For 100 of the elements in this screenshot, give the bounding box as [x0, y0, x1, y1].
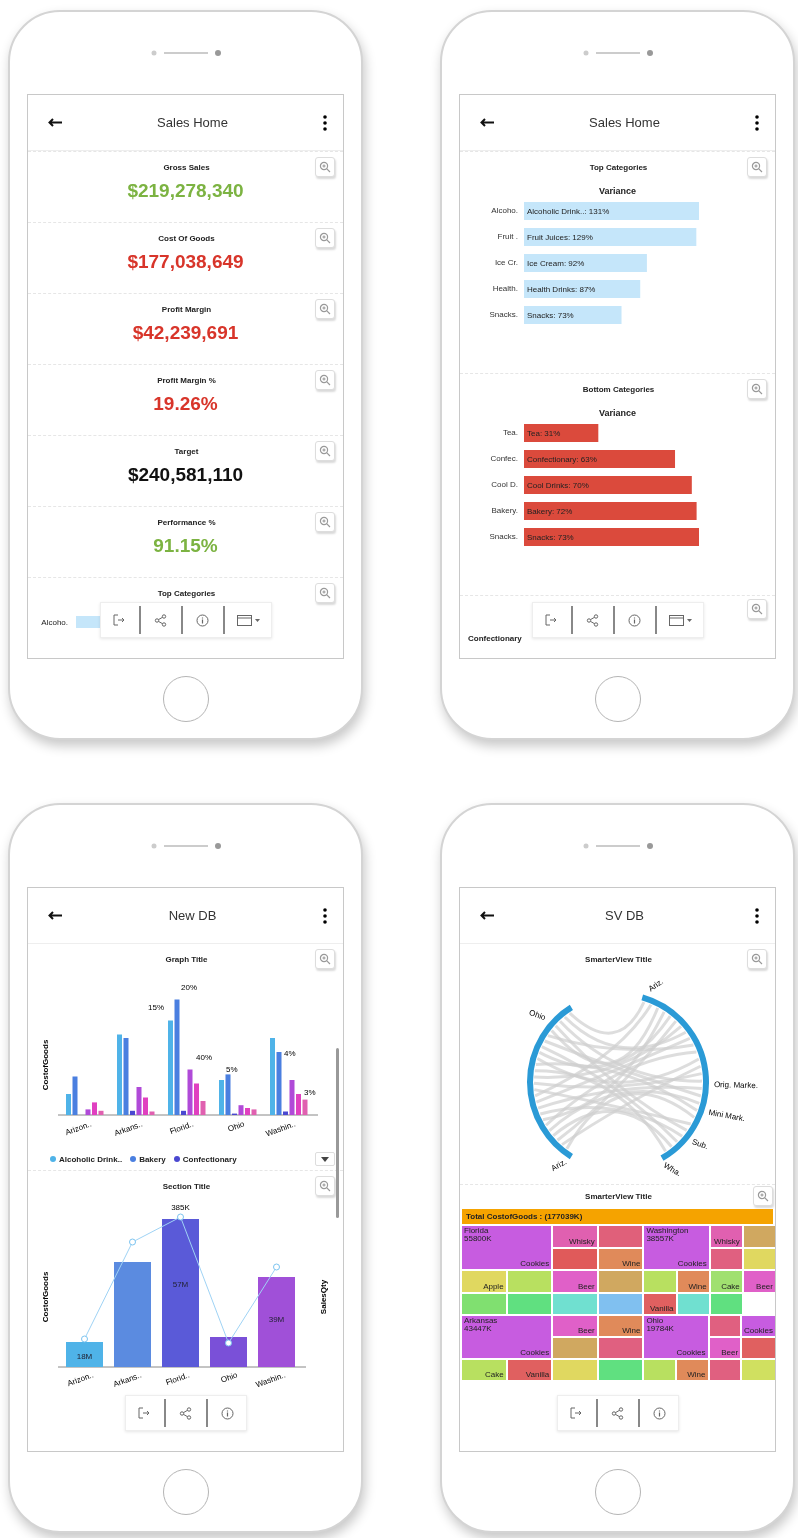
treemap-cell[interactable]: [553, 1293, 597, 1314]
treemap-cell[interactable]: [598, 1338, 643, 1358]
treemap-cell[interactable]: Beer: [553, 1271, 597, 1292]
treemap-cell[interactable]: Whisky: [710, 1226, 742, 1247]
zoom-button[interactable]: [315, 441, 335, 461]
treemap-cell[interactable]: Florida 55800K Cookies: [462, 1226, 552, 1269]
treemap-cell[interactable]: Vanilla: [644, 1293, 676, 1314]
info-icon: [653, 1406, 666, 1420]
zoom-icon: [751, 603, 763, 615]
kebab-menu-icon[interactable]: [323, 907, 327, 924]
zoom-button[interactable]: [315, 299, 335, 319]
zoom-button[interactable]: [315, 1176, 335, 1196]
chord-label: Orig. Marke.: [713, 1080, 759, 1091]
zoom-button[interactable]: [747, 157, 767, 177]
treemap-cell[interactable]: [553, 1338, 597, 1358]
kebab-menu-icon[interactable]: [323, 114, 327, 131]
treemap-cell[interactable]: [644, 1271, 676, 1292]
back-arrow-icon[interactable]: [48, 118, 62, 127]
kebab-menu-icon[interactable]: [755, 907, 759, 924]
cell-label: Cookies: [520, 1349, 550, 1357]
back-arrow-icon[interactable]: [480, 911, 494, 920]
treemap-cell[interactable]: [462, 1293, 506, 1314]
zoom-button[interactable]: [315, 370, 335, 390]
treemap-cell[interactable]: [710, 1248, 742, 1269]
treemap-cell[interactable]: [710, 1293, 742, 1314]
treemap-cell[interactable]: [507, 1293, 552, 1314]
treemap-cell[interactable]: [507, 1271, 552, 1292]
treemap-cell[interactable]: [598, 1271, 643, 1292]
treemap-cell[interactable]: [709, 1316, 741, 1336]
legend-label: Bakery: [139, 1154, 166, 1164]
zoom-button[interactable]: [315, 949, 335, 969]
treemap-cell[interactable]: [677, 1293, 709, 1314]
chart-bar: [66, 1342, 103, 1367]
section-title: Confectionary: [468, 634, 522, 643]
treemap-cell[interactable]: [598, 1226, 643, 1247]
treemap-cell[interactable]: Wine: [598, 1316, 643, 1336]
zoom-button[interactable]: [747, 949, 767, 969]
treemap-cell[interactable]: [598, 1293, 643, 1314]
zoom-icon: [319, 374, 331, 386]
kpi-label: Target: [173, 446, 200, 456]
treemap-cell[interactable]: Washington 38557K Cookies: [644, 1226, 709, 1269]
screen-title: SV DB: [604, 908, 645, 923]
treemap-cell[interactable]: Wine: [677, 1271, 709, 1292]
legend-label: Confectionary: [182, 1154, 237, 1164]
treemap-cell[interactable]: [598, 1360, 643, 1380]
treemap-cell[interactable]: Cake: [462, 1360, 506, 1380]
treemap-cell[interactable]: Apple: [462, 1271, 506, 1292]
back-arrow-icon[interactable]: [480, 118, 494, 127]
treemap-cell[interactable]: Beer: [743, 1271, 775, 1292]
zoom-button[interactable]: [315, 512, 335, 532]
treemap-cell[interactable]: Beer: [709, 1338, 741, 1358]
treemap-cell[interactable]: Wine: [676, 1360, 708, 1380]
info-icon: [628, 613, 641, 627]
treemap-cell[interactable]: Cake: [710, 1271, 742, 1292]
cell-label: Vanilla: [525, 1371, 550, 1379]
treemap-cell[interactable]: Whisky: [553, 1226, 597, 1247]
back-arrow-icon[interactable]: [48, 911, 62, 920]
treemap-cell[interactable]: [743, 1226, 775, 1247]
data-label: 5%: [226, 1065, 238, 1074]
zoom-button[interactable]: [747, 599, 767, 619]
treemap-cell[interactable]: Vanilla: [507, 1360, 552, 1380]
treemap-cell[interactable]: [743, 1248, 775, 1269]
x-axis-label: Arizon..: [66, 1370, 95, 1389]
panel-title: Bottom Categories: [581, 384, 656, 394]
kpi-label: Gross Sales: [162, 162, 211, 172]
data-label: 40%: [196, 1053, 212, 1062]
kpi-label: Profit Margin %: [156, 375, 217, 385]
scrollbar[interactable]: [336, 1048, 339, 1218]
treemap-cell[interactable]: Ohio 19784K Cookies: [644, 1316, 708, 1358]
treemap-cell[interactable]: [742, 1360, 775, 1380]
kebab-menu-icon[interactable]: [755, 114, 759, 131]
zoom-button[interactable]: [747, 379, 767, 399]
kpi-value: 91.15%: [152, 535, 219, 557]
treemap-cell[interactable]: [742, 1338, 775, 1358]
legend-dropdown[interactable]: [315, 1152, 335, 1166]
cell-label: Cake: [484, 1371, 504, 1379]
zoom-button[interactable]: [315, 157, 335, 177]
treemap-cell[interactable]: [644, 1360, 675, 1380]
treemap-cell[interactable]: Arkansas 43447K Cookies: [462, 1316, 552, 1358]
treemap-cell[interactable]: Wine: [598, 1248, 643, 1269]
treemap-cell[interactable]: [709, 1360, 741, 1380]
y-axis-label: SalesQty: [319, 1279, 328, 1315]
chord-label: Ariz.: [646, 976, 666, 994]
treemap-cell[interactable]: Cookies: [742, 1316, 775, 1336]
treemap-cell[interactable]: Beer: [553, 1316, 597, 1336]
bar-value-label: Snacks: 73%: [527, 533, 574, 542]
cell-label: Cookies: [744, 1327, 773, 1335]
cell-label: Cookies: [676, 1349, 706, 1357]
bar-value-label: Snacks: 73%: [527, 311, 574, 320]
treemap-cell[interactable]: [553, 1248, 597, 1269]
zoom-button[interactable]: [315, 583, 335, 603]
treemap-cell[interactable]: [553, 1360, 597, 1380]
cell-label: Wine: [622, 1327, 641, 1335]
zoom-button[interactable]: [753, 1186, 773, 1206]
zoom-button[interactable]: [315, 228, 335, 248]
zoom-icon: [319, 161, 331, 173]
kpi-value: $42,239,691: [131, 322, 240, 344]
bar-value-label: Bakery: 72%: [527, 507, 573, 516]
cell-label: Wine: [622, 1260, 641, 1268]
zoom-icon: [319, 1180, 331, 1192]
